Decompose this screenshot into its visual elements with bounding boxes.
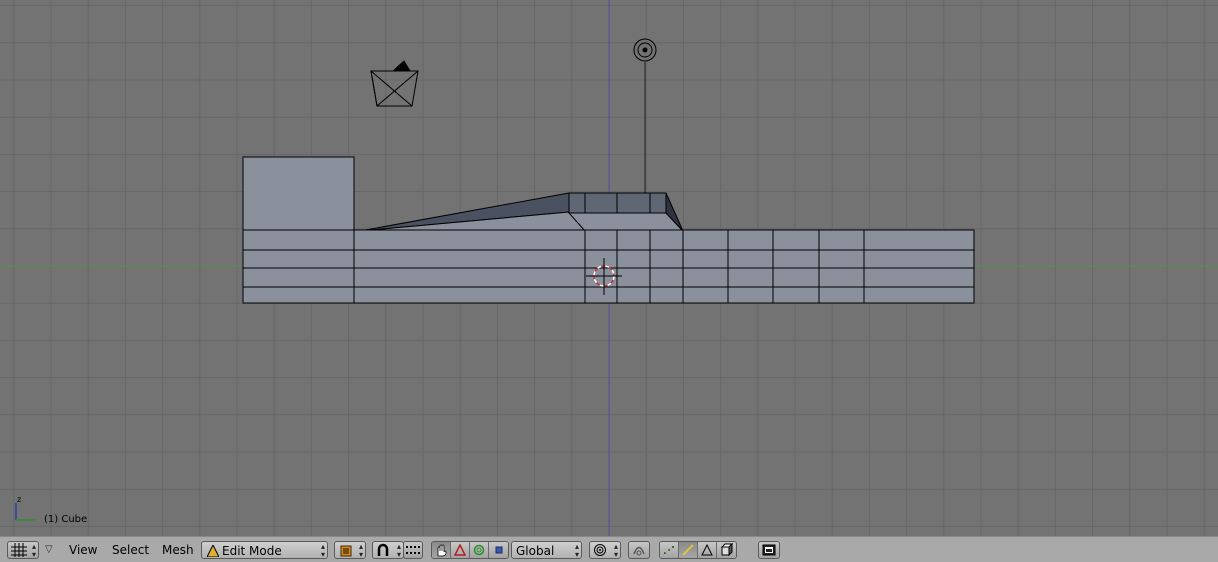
- occlude-geometry-icon[interactable]: [717, 542, 736, 558]
- edge-select-icon[interactable]: [679, 542, 698, 558]
- axis-gizmo: z: [15, 495, 35, 521]
- mode-dropdown-value: Edit Mode: [222, 544, 282, 558]
- updown-arrows-icon: ▴ ▾: [358, 542, 363, 559]
- orientation-dropdown[interactable]: Global ▴ ▾: [511, 541, 582, 559]
- scale-icon[interactable]: [489, 542, 508, 558]
- pivot-selector[interactable]: ▴ ▾: [589, 541, 621, 559]
- pivot-icon: [594, 544, 606, 556]
- updown-arrows-icon: ▴ ▾: [320, 542, 325, 559]
- mode-dropdown[interactable]: Edit Mode ▴ ▾: [201, 541, 328, 559]
- draw-type-selector[interactable]: ▴ ▾: [334, 541, 366, 559]
- updown-arrows-icon: ▴ ▾: [31, 542, 36, 559]
- snap-selector[interactable]: ▴ ▾: [372, 541, 404, 559]
- rotate-icon[interactable]: [470, 542, 489, 558]
- translate-icon[interactable]: [451, 542, 470, 558]
- viewport-header: ▴ ▾ ▽ View Select Mesh Edit Mode ▴ ▾ ▴ ▾ ▴ ▾: [0, 536, 1218, 562]
- camera-object[interactable]: [370, 60, 419, 107]
- axis-z-label: z: [17, 495, 21, 504]
- cube-draw-type-icon: [340, 545, 352, 557]
- menu-view[interactable]: View: [67, 541, 99, 559]
- manipulator-group: [431, 541, 509, 559]
- face-select-icon[interactable]: [698, 542, 717, 558]
- menu-mesh[interactable]: Mesh: [160, 541, 196, 559]
- updown-arrows-icon: ▴ ▾: [396, 542, 401, 559]
- magnet-icon: [377, 543, 389, 556]
- 3d-viewport[interactable]: z (1) Cube: [0, 0, 1218, 536]
- orientation-dropdown-value: Global: [516, 544, 555, 558]
- menu-select[interactable]: Select: [110, 541, 151, 559]
- proportional-edit-button[interactable]: [628, 541, 650, 559]
- updown-arrows-icon: ▴ ▾: [613, 542, 618, 559]
- grid-icon: [11, 543, 27, 557]
- triangle-down-icon[interactable]: ▽: [45, 541, 57, 559]
- hand-icon[interactable]: [432, 542, 451, 558]
- render-icon: [762, 544, 776, 556]
- vertex-select-icon[interactable]: [660, 542, 679, 558]
- updown-arrows-icon: ▴ ▾: [574, 542, 579, 559]
- editor-type-selector[interactable]: ▴ ▾: [7, 541, 39, 559]
- select-mode-group: [659, 541, 737, 559]
- render-button[interactable]: [758, 541, 780, 559]
- viewport-canvas[interactable]: z: [0, 0, 1218, 536]
- active-object-label: (1) Cube: [44, 514, 88, 525]
- proportional-edit-icon: [633, 546, 645, 556]
- snap-grid-icon: [406, 546, 420, 554]
- snap-element-button[interactable]: [403, 541, 423, 559]
- edit-mode-icon: [207, 545, 219, 557]
